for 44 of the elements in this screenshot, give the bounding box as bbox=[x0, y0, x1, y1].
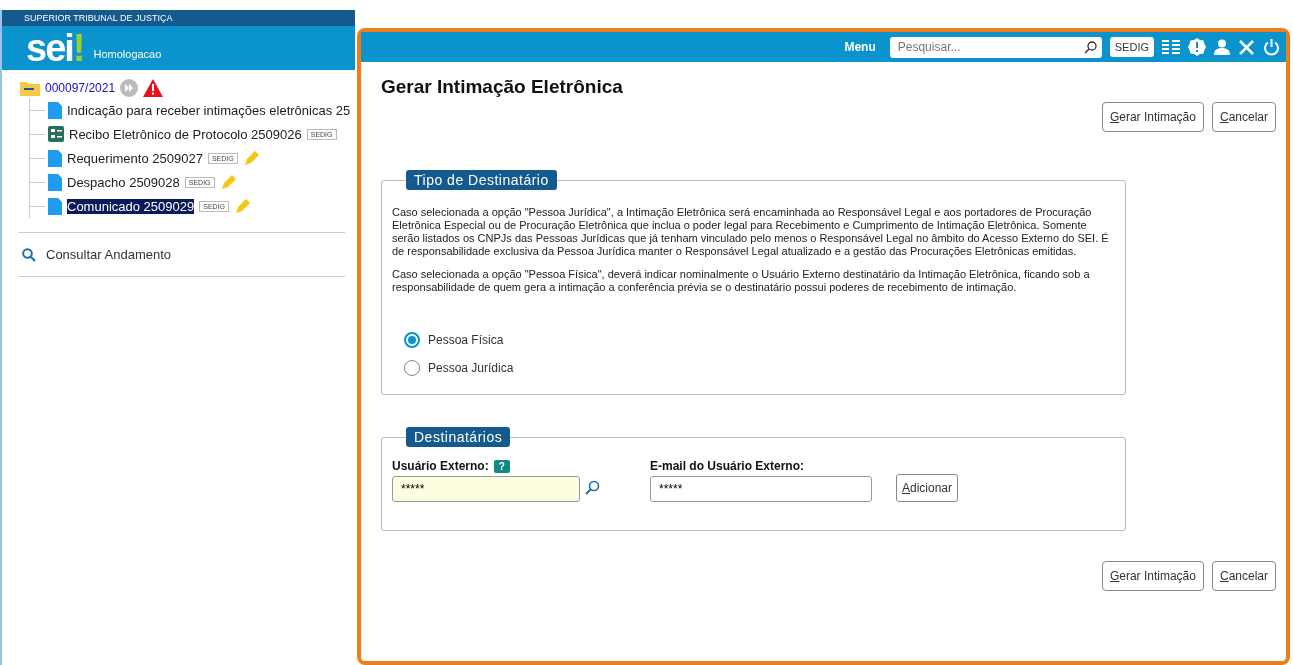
environment-label: Homologacao bbox=[93, 48, 162, 60]
document-icon bbox=[48, 173, 62, 191]
input-field[interactable]: ***** bbox=[650, 476, 872, 502]
help-badge[interactable]: ? bbox=[493, 459, 510, 473]
page-title: Gerar Intimação Eletrônica bbox=[381, 76, 624, 98]
add-button[interactable]: Adicionar bbox=[896, 474, 959, 502]
user-icon[interactable] bbox=[1214, 39, 1230, 55]
search-icon bbox=[22, 247, 36, 262]
action-button[interactable]: Cancelar bbox=[1211, 561, 1276, 591]
tree-item[interactable]: Recibo Eletrônico de Protocolo 2509026 bbox=[69, 126, 302, 142]
field-label: E-mail do Usuário Externo: bbox=[650, 459, 806, 473]
action-button[interactable]: Gerar Intimação bbox=[1101, 102, 1204, 132]
action-button[interactable]: Cancelar bbox=[1211, 102, 1276, 132]
process-link[interactable]: 000097/2021 bbox=[45, 81, 116, 95]
folder-icon bbox=[20, 80, 40, 96]
warning-icon bbox=[143, 79, 164, 97]
power-icon[interactable] bbox=[1263, 38, 1280, 56]
tree-item[interactable]: Despacho 2509028 bbox=[67, 174, 180, 190]
organization-banner: SUPERIOR TRIBUNAL DE JUSTIÇA bbox=[2, 10, 355, 26]
radio-label[interactable]: Pessoa Jurídica bbox=[428, 361, 514, 375]
document-icon bbox=[48, 197, 62, 215]
document-icon bbox=[48, 149, 62, 167]
search-icon[interactable] bbox=[1083, 40, 1097, 54]
radio-label[interactable]: Pessoa Física bbox=[428, 333, 504, 347]
alert-icon[interactable] bbox=[1188, 38, 1206, 56]
input-field[interactable]: ***** bbox=[392, 476, 580, 502]
search-icon[interactable] bbox=[584, 480, 600, 496]
action-button[interactable]: Gerar Intimação bbox=[1101, 561, 1204, 591]
receipt-icon bbox=[48, 126, 64, 142]
search-field[interactable]: Pesquisar... bbox=[889, 36, 1102, 58]
tree-item[interactable]: Indicação para receber intimações eletrônicas 25 bbox=[67, 102, 351, 118]
paragraph: Caso selecionada a opção "Pessoa Física", deverá indicar nominalmente o Usuário Externo destinatário da Intimação Eletrônica, ficando sob a responsabilidade de quem gera a intimação a conferência prévia se o destinatário possui poderes de recebimento de intimação. bbox=[392, 268, 1091, 294]
field-label: Usuário Externo: bbox=[392, 459, 489, 473]
tree-item[interactable]: Comunicado 2509029 bbox=[67, 198, 195, 214]
forward-icon[interactable] bbox=[120, 79, 139, 97]
tree-item[interactable]: Requerimento 2509027 bbox=[67, 150, 203, 166]
section-title: Destinatários bbox=[406, 427, 511, 447]
list-icon[interactable] bbox=[1162, 39, 1180, 55]
sidebar-link[interactable]: Consultar Andamento bbox=[46, 247, 172, 262]
document-icon bbox=[48, 101, 62, 119]
section-title: Tipo de Destinatário bbox=[406, 170, 557, 190]
unit-selector[interactable]: SEDIG bbox=[1109, 37, 1154, 57]
paragraph: Caso selecionada a opção "Pessoa Jurídica", a Intimação Eletrônica será encaminhada ao Responsável Legal e aos portadores de Procuração Eletrônica Especial ou de Procuração Eletrônica que inclua o poder legal para Recebimento e Cumprimento de Intimação Eletrônica. Somente serão listados os CNPJs das Pessoas Jurídicas que já tenham vinculado pelo menos o Responsável Legal no âmbito do Acesso Externo do SEI. É de responsabilidade exclusiva da Pessoa Jurídica manter o Responsável Legal atualizado e a gestão das Procurações Eletrônicas emitidas. bbox=[392, 206, 1110, 258]
radio-button[interactable] bbox=[404, 332, 420, 348]
